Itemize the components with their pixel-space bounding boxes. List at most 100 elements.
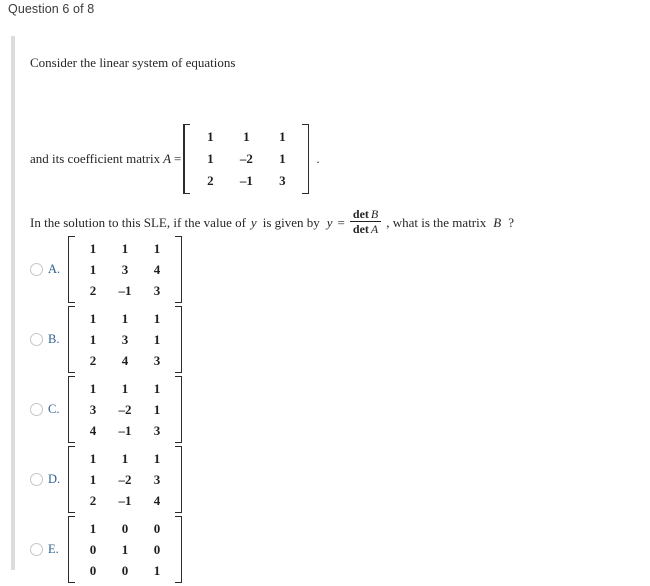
matrix-cell: 1 — [153, 381, 161, 396]
matrix-cell: 1 — [279, 151, 286, 166]
bracket-right-icon — [175, 306, 182, 373]
sle-question-row: In the solution to this SLE, if the valu… — [30, 207, 514, 237]
coefficient-label: and its coefficient matrix — [30, 151, 161, 166]
radio-button-c[interactable] — [30, 403, 43, 416]
option-b-grid: 1 1 1 1 3 1 2 4 3 — [75, 306, 175, 373]
sle-question-mark: ? — [508, 214, 514, 230]
option-c-matrix: 1 1 1 3 –2 1 4 –1 3 — [68, 376, 182, 443]
matrix-cell: 0 — [121, 521, 129, 536]
bracket-right-icon — [175, 446, 182, 513]
option-b-matrix: 1 1 1 1 3 1 2 4 3 — [68, 306, 182, 373]
matrix-cell: 4 — [121, 353, 129, 368]
matrix-cell: 1 — [121, 542, 129, 557]
option-e-matrix: 1 0 0 0 1 0 0 0 1 — [68, 516, 182, 583]
matrix-cell: 2 — [89, 353, 97, 368]
matrix-cell: 1 — [279, 129, 286, 144]
sle-variable-y2: y — [326, 214, 333, 230]
matrix-cell: 1 — [153, 451, 161, 466]
matrix-cell: –2 — [118, 472, 132, 487]
matrix-cell: –1 — [118, 283, 132, 298]
matrix-cell: 1 — [89, 451, 97, 466]
matrix-cell: 0 — [89, 542, 97, 557]
matrix-cell: 1 — [89, 521, 97, 536]
left-accent-bar — [11, 36, 15, 570]
matrix-cell: 1 — [121, 451, 129, 466]
bracket-left-icon — [68, 236, 75, 303]
option-letter-e: E. — [48, 542, 59, 556]
fraction-numerator: det B — [350, 207, 381, 221]
matrix-cell: 3 — [279, 173, 286, 188]
matrix-cell: 3 — [89, 402, 97, 417]
matrix-cell: 3 — [121, 262, 129, 277]
matrix-cell: 0 — [153, 542, 161, 557]
bracket-left-icon — [68, 306, 75, 373]
radio-button-e[interactable] — [30, 543, 43, 556]
matrix-cell: 1 — [89, 311, 97, 326]
radio-button-d[interactable] — [30, 473, 43, 486]
det-word-denominator: det — [352, 222, 369, 237]
sle-variable-b: B — [493, 214, 502, 230]
matrix-cell: 1 — [121, 311, 129, 326]
option-d[interactable]: D. 1 1 1 1 –2 3 2 –1 4 — [26, 446, 426, 513]
matrix-cell: 1 — [89, 472, 97, 487]
answer-options-list: A. 1 1 1 1 3 4 2 –1 3 B. 1 1 1 1 3 1 2 4… — [26, 236, 426, 586]
matrix-cell: –2 — [239, 151, 253, 166]
det-arg-numerator: B — [370, 207, 379, 221]
sle-equals: = — [337, 214, 345, 230]
question-header: Question 6 of 8 — [8, 2, 94, 16]
matrix-cell: 3 — [153, 283, 161, 298]
option-c[interactable]: C. 1 1 1 3 –2 1 4 –1 3 — [26, 376, 426, 443]
coefficient-variable: A — [163, 151, 172, 166]
sle-text-before: In the solution to this SLE, if the valu… — [30, 214, 246, 230]
option-a-matrix: 1 1 1 1 3 4 2 –1 3 — [68, 236, 182, 303]
bracket-left-icon — [183, 124, 191, 194]
coefficient-matrix-row: and its coefficient matrix A = 1 1 1 1 –… — [30, 124, 320, 194]
matrix-cell: 4 — [89, 423, 97, 438]
matrix-cell: 3 — [121, 332, 129, 347]
option-a-grid: 1 1 1 1 3 4 2 –1 3 — [75, 236, 175, 303]
matrix-cell: 1 — [121, 381, 129, 396]
question-panel: Consider the linear system of equations … — [0, 36, 650, 583]
option-letter-c: C. — [48, 402, 60, 416]
option-b[interactable]: B. 1 1 1 1 3 1 2 4 3 — [26, 306, 426, 373]
matrix-cell: 1 — [153, 332, 161, 347]
coefficient-period: . — [316, 151, 320, 166]
option-letter-a: A. — [48, 262, 61, 276]
matrix-cell: 3 — [153, 423, 161, 438]
option-c-grid: 1 1 1 3 –2 1 4 –1 3 — [75, 376, 175, 443]
sle-variable-y: y — [250, 214, 257, 230]
matrix-cell: 1 — [153, 241, 161, 256]
matrix-cell: 3 — [153, 353, 161, 368]
matrix-A: 1 1 1 1 –2 1 2 –1 3 — [183, 124, 310, 194]
matrix-cell: 0 — [89, 563, 97, 578]
radio-button-a[interactable] — [30, 263, 43, 276]
matrix-cell: –2 — [118, 402, 132, 417]
matrix-cell: 4 — [153, 493, 161, 508]
matrix-cell: 1 — [89, 332, 97, 347]
matrix-cell: 1 — [207, 129, 214, 144]
matrix-cell: 3 — [153, 472, 161, 487]
matrix-cell: 1 — [153, 402, 161, 417]
intro-text: Consider the linear system of equations — [30, 54, 235, 72]
intro-text-label: Consider the linear system of equations — [30, 55, 236, 70]
matrix-cell: 2 — [89, 493, 97, 508]
matrix-cell: 1 — [207, 151, 214, 166]
matrix-cell: 1 — [89, 262, 97, 277]
option-d-matrix: 1 1 1 1 –2 3 2 –1 4 — [68, 446, 182, 513]
matrix-cell: 1 — [89, 381, 97, 396]
coefficient-equals: = — [174, 151, 182, 166]
option-a[interactable]: A. 1 1 1 1 3 4 2 –1 3 — [26, 236, 426, 303]
matrix-cell: 2 — [89, 283, 97, 298]
option-e-grid: 1 0 0 0 1 0 0 0 1 — [75, 516, 175, 583]
matrix-cell: 0 — [121, 563, 129, 578]
radio-button-b[interactable] — [30, 333, 43, 346]
matrix-cell: –1 — [118, 493, 132, 508]
option-e[interactable]: E. 1 0 0 0 1 0 0 0 1 — [26, 516, 426, 583]
matrix-cell: –1 — [239, 173, 253, 188]
determinant-fraction: det B det A — [349, 207, 382, 237]
matrix-A-grid: 1 1 1 1 –2 1 2 –1 3 — [190, 124, 302, 194]
bracket-left-icon — [68, 446, 75, 513]
sle-text-after: , what is the matrix — [386, 214, 487, 230]
bracket-right-icon — [175, 236, 182, 303]
bracket-right-icon — [302, 124, 310, 194]
